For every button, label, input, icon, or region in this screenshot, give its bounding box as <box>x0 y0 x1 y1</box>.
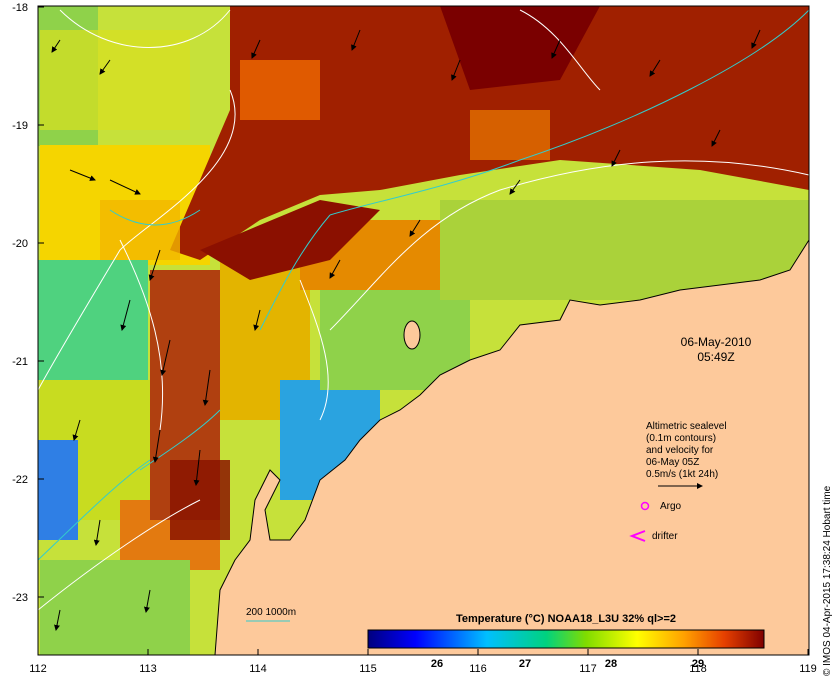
date-label: 06-May-2010 <box>681 335 752 349</box>
legend-line: Altimetric sealevel <box>646 421 727 432</box>
drifter-label: drifter <box>652 531 678 542</box>
colorbar-tick: 28 <box>605 658 617 670</box>
legend-line: 0.5m/s (1kt 24h) <box>646 469 718 480</box>
y-tick-label: -21 <box>12 356 28 368</box>
x-tick-label: 115 <box>359 663 377 675</box>
x-tick-label: 117 <box>579 663 597 675</box>
depth-label: 200 1000m <box>246 607 296 618</box>
credit-text: © IMOS 04-Apr-2015 17:38:24 Hobart time <box>822 485 833 676</box>
time-label: 05:49Z <box>697 350 734 364</box>
legend-line: (0.1m contours) <box>646 433 716 444</box>
y-tick-label: -18 <box>12 2 28 14</box>
sst-map: 112 113 114 115 116 117 118 119 -18 -19 … <box>12 2 833 676</box>
x-tick-label: 116 <box>469 663 487 675</box>
y-tick-label: -23 <box>12 592 28 604</box>
colorbar <box>367 629 765 649</box>
x-tick-label: 113 <box>139 663 157 675</box>
legend-line: and velocity for <box>646 445 714 456</box>
colorbar-tick: 26 <box>431 658 443 670</box>
argo-label: Argo <box>660 501 682 512</box>
colorbar-title: Temperature (°C) NOAA18_L3U 32% ql>=2 <box>456 613 676 625</box>
x-tick-label: 119 <box>799 663 817 675</box>
colorbar-tick: 27 <box>519 658 531 670</box>
y-tick-label: -22 <box>12 474 28 486</box>
legend-line: 06-May 05Z <box>646 457 699 468</box>
colorbar-tick: 29 <box>692 658 704 670</box>
x-tick-label: 114 <box>249 663 267 675</box>
x-tick-label: 112 <box>29 663 47 675</box>
y-tick-label: -20 <box>12 238 28 250</box>
y-tick-label: -19 <box>12 120 28 132</box>
